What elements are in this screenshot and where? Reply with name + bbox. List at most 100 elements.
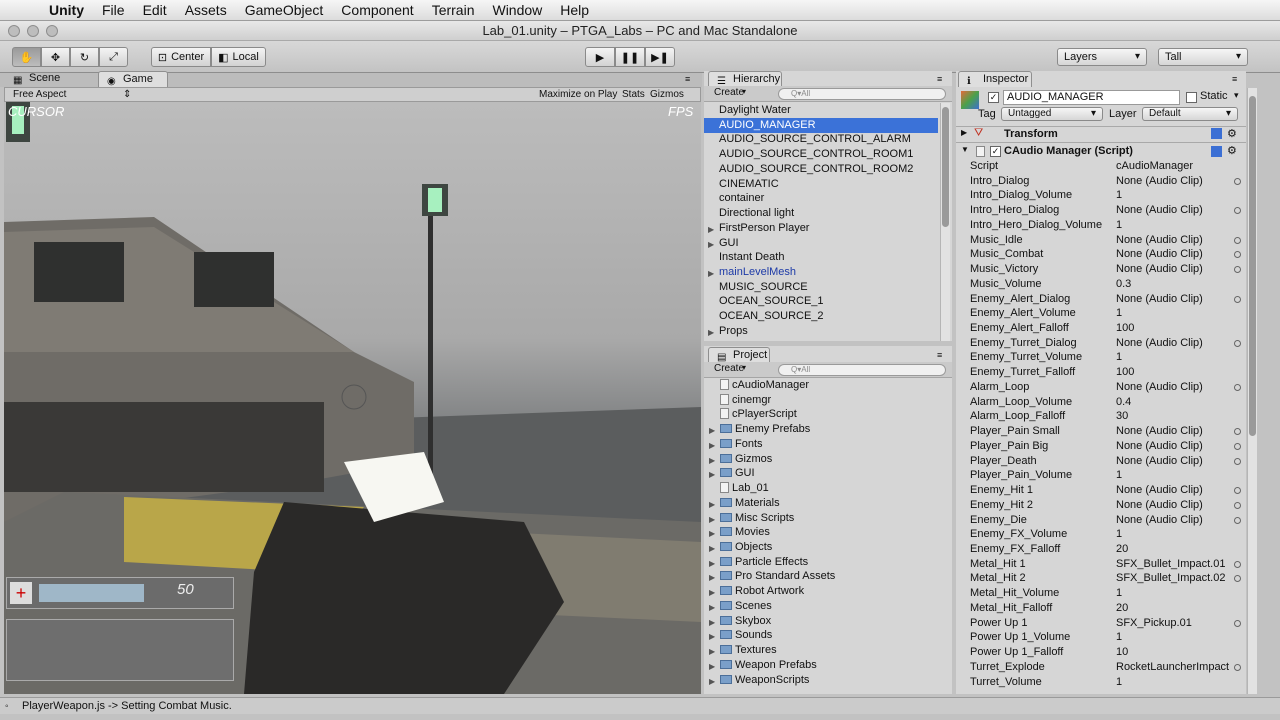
project-item[interactable]: Robot Artwork	[720, 584, 804, 599]
project-create-arrow-icon[interactable]: ▾	[742, 363, 746, 372]
hierarchy-search-input[interactable]: Q▾All	[778, 88, 946, 100]
project-item[interactable]: Scenes	[720, 599, 772, 614]
expand-arrow-icon[interactable]: ▶	[709, 500, 715, 509]
object-picker-icon[interactable]	[1234, 560, 1241, 568]
menu-assets[interactable]: Assets	[176, 0, 236, 21]
property-value[interactable]: 1	[1116, 586, 1122, 601]
script-component-header[interactable]: ▼ ✓ CAudio Manager (Script) ⚙	[956, 144, 1246, 161]
project-item[interactable]: Weapon Prefabs	[720, 658, 817, 673]
expand-arrow-icon[interactable]: ▶	[709, 573, 715, 582]
property-value[interactable]: 20	[1116, 542, 1128, 557]
expand-arrow-icon[interactable]: ▶	[709, 470, 715, 479]
menu-help[interactable]: Help	[551, 0, 598, 21]
property-value[interactable]: RocketLauncherImpact	[1116, 660, 1229, 675]
hierarchy-item[interactable]: Directional light	[704, 206, 938, 221]
menu-gameobject[interactable]: GameObject	[236, 0, 333, 21]
hierarchy-create-button[interactable]: Create	[714, 87, 744, 98]
object-picker-icon[interactable]	[1234, 442, 1241, 450]
project-item[interactable]: cinemgr	[720, 393, 771, 408]
expand-arrow-icon[interactable]: ▶	[709, 559, 715, 568]
rotate-tool-icon[interactable]: ↻	[70, 47, 99, 67]
hierarchy-item[interactable]: AUDIO_SOURCE_CONTROL_ROOM2	[704, 162, 938, 177]
property-value[interactable]: None (Audio Clip)	[1116, 233, 1203, 248]
inspector-menu-icon[interactable]: ≡	[1232, 74, 1237, 84]
zoom-window-button[interactable]	[46, 25, 58, 37]
property-value[interactable]: 20	[1116, 601, 1128, 616]
tag-dropdown[interactable]: Untagged	[1001, 107, 1103, 121]
script-gear-icon[interactable]: ⚙	[1227, 144, 1237, 157]
hierarchy-item[interactable]: Instant Death	[704, 250, 938, 265]
hierarchy-create-arrow-icon[interactable]: ▾	[742, 87, 746, 96]
object-picker-icon[interactable]	[1234, 663, 1241, 671]
maximize-on-play-button[interactable]: Maximize on Play	[539, 88, 617, 101]
close-window-button[interactable]	[8, 25, 20, 37]
active-checkbox[interactable]: ✓	[988, 92, 999, 103]
play-button[interactable]: ▶	[585, 47, 615, 67]
layers-dropdown[interactable]: Layers	[1057, 48, 1147, 66]
property-value[interactable]: 100	[1116, 321, 1134, 336]
hierarchy-item[interactable]: Daylight Water	[704, 103, 938, 118]
menu-edit[interactable]: Edit	[134, 0, 176, 21]
expand-arrow-icon[interactable]: ▶	[709, 544, 715, 553]
expand-arrow-icon[interactable]: ▶	[709, 662, 715, 671]
gizmos-button[interactable]: Gizmos	[650, 88, 684, 101]
property-value[interactable]: 1	[1116, 527, 1122, 542]
project-item[interactable]: Fonts	[720, 437, 763, 452]
object-picker-icon[interactable]	[1234, 619, 1241, 627]
project-item[interactable]: cPlayerScript	[720, 407, 797, 422]
property-value[interactable]: 1	[1116, 188, 1122, 203]
project-item[interactable]: Skybox	[720, 614, 771, 629]
property-value[interactable]: 0.3	[1116, 277, 1131, 292]
expand-arrow-icon[interactable]: ▶	[709, 588, 715, 597]
property-value[interactable]: None (Audio Clip)	[1116, 336, 1203, 351]
project-item[interactable]: Textures	[720, 643, 777, 658]
static-checkbox[interactable]	[1186, 92, 1197, 103]
project-menu-icon[interactable]: ≡	[937, 350, 942, 360]
project-item[interactable]: Movies	[720, 525, 770, 540]
project-item[interactable]: Particle Effects	[720, 555, 808, 570]
hierarchy-tab[interactable]: ☰ Hierarchy	[708, 71, 782, 87]
transform-header[interactable]: ▶ ⛛ Transform ⚙	[956, 126, 1246, 143]
script-help-icon[interactable]	[1211, 146, 1222, 157]
status-bar[interactable]: ◦ PlayerWeapon.js -> Setting Combat Musi…	[0, 697, 1280, 714]
menu-unity[interactable]: Unity	[40, 0, 93, 21]
property-value[interactable]: None (Audio Clip)	[1116, 174, 1203, 189]
stats-button[interactable]: Stats	[622, 88, 645, 101]
object-picker-icon[interactable]	[1234, 383, 1241, 391]
script-enabled-checkbox[interactable]: ✓	[990, 146, 1001, 157]
transform-gear-icon[interactable]: ⚙	[1227, 127, 1237, 140]
aspect-dropdown[interactable]: Free Aspect	[13, 88, 127, 101]
expand-arrow-icon[interactable]: ▶	[709, 603, 715, 612]
property-value[interactable]: None (Audio Clip)	[1116, 424, 1203, 439]
move-tool-icon[interactable]: ✥	[41, 47, 70, 67]
object-picker-icon[interactable]	[1234, 236, 1241, 244]
step-button[interactable]: ▶❚	[645, 47, 675, 67]
property-value[interactable]: None (Audio Clip)	[1116, 439, 1203, 454]
hierarchy-scroll-thumb[interactable]	[942, 107, 949, 227]
expand-arrow-icon[interactable]: ▶	[709, 677, 715, 686]
hierarchy-item[interactable]: AUDIO_SOURCE_CONTROL_ROOM1	[704, 147, 938, 162]
object-picker-icon[interactable]	[1234, 457, 1241, 465]
static-dropdown-arrow-icon[interactable]: ▾	[1234, 90, 1239, 101]
hierarchy-item[interactable]: CINEMATIC	[704, 177, 938, 192]
project-item[interactable]: Enemy Prefabs	[720, 422, 810, 437]
expand-arrow-icon[interactable]: ▶	[709, 632, 715, 641]
property-value[interactable]: 0.4	[1116, 395, 1131, 410]
property-value[interactable]: 1	[1116, 350, 1122, 365]
hand-tool-icon[interactable]: ✋	[12, 47, 41, 67]
transform-expand-icon[interactable]: ▶	[961, 128, 967, 137]
hierarchy-item[interactable]: mainLevelMesh	[704, 265, 938, 280]
property-value[interactable]: SFX_Bullet_Impact.02	[1116, 571, 1225, 586]
script-expand-icon[interactable]: ▼	[961, 145, 969, 154]
hierarchy-scrollbar[interactable]	[940, 103, 950, 341]
inspector-tab[interactable]: ℹ Inspector	[958, 71, 1032, 87]
expand-arrow-icon[interactable]: ▶	[708, 269, 714, 278]
property-value[interactable]: 1	[1116, 306, 1122, 321]
expand-arrow-icon[interactable]: ▶	[708, 328, 714, 337]
property-value[interactable]: 1	[1116, 630, 1122, 645]
scale-tool-icon[interactable]: ⤢	[99, 47, 128, 67]
project-item[interactable]: Materials	[720, 496, 780, 511]
property-value[interactable]: 10	[1116, 645, 1128, 660]
project-item[interactable]: Gizmos	[720, 452, 772, 467]
project-item[interactable]: Objects	[720, 540, 772, 555]
